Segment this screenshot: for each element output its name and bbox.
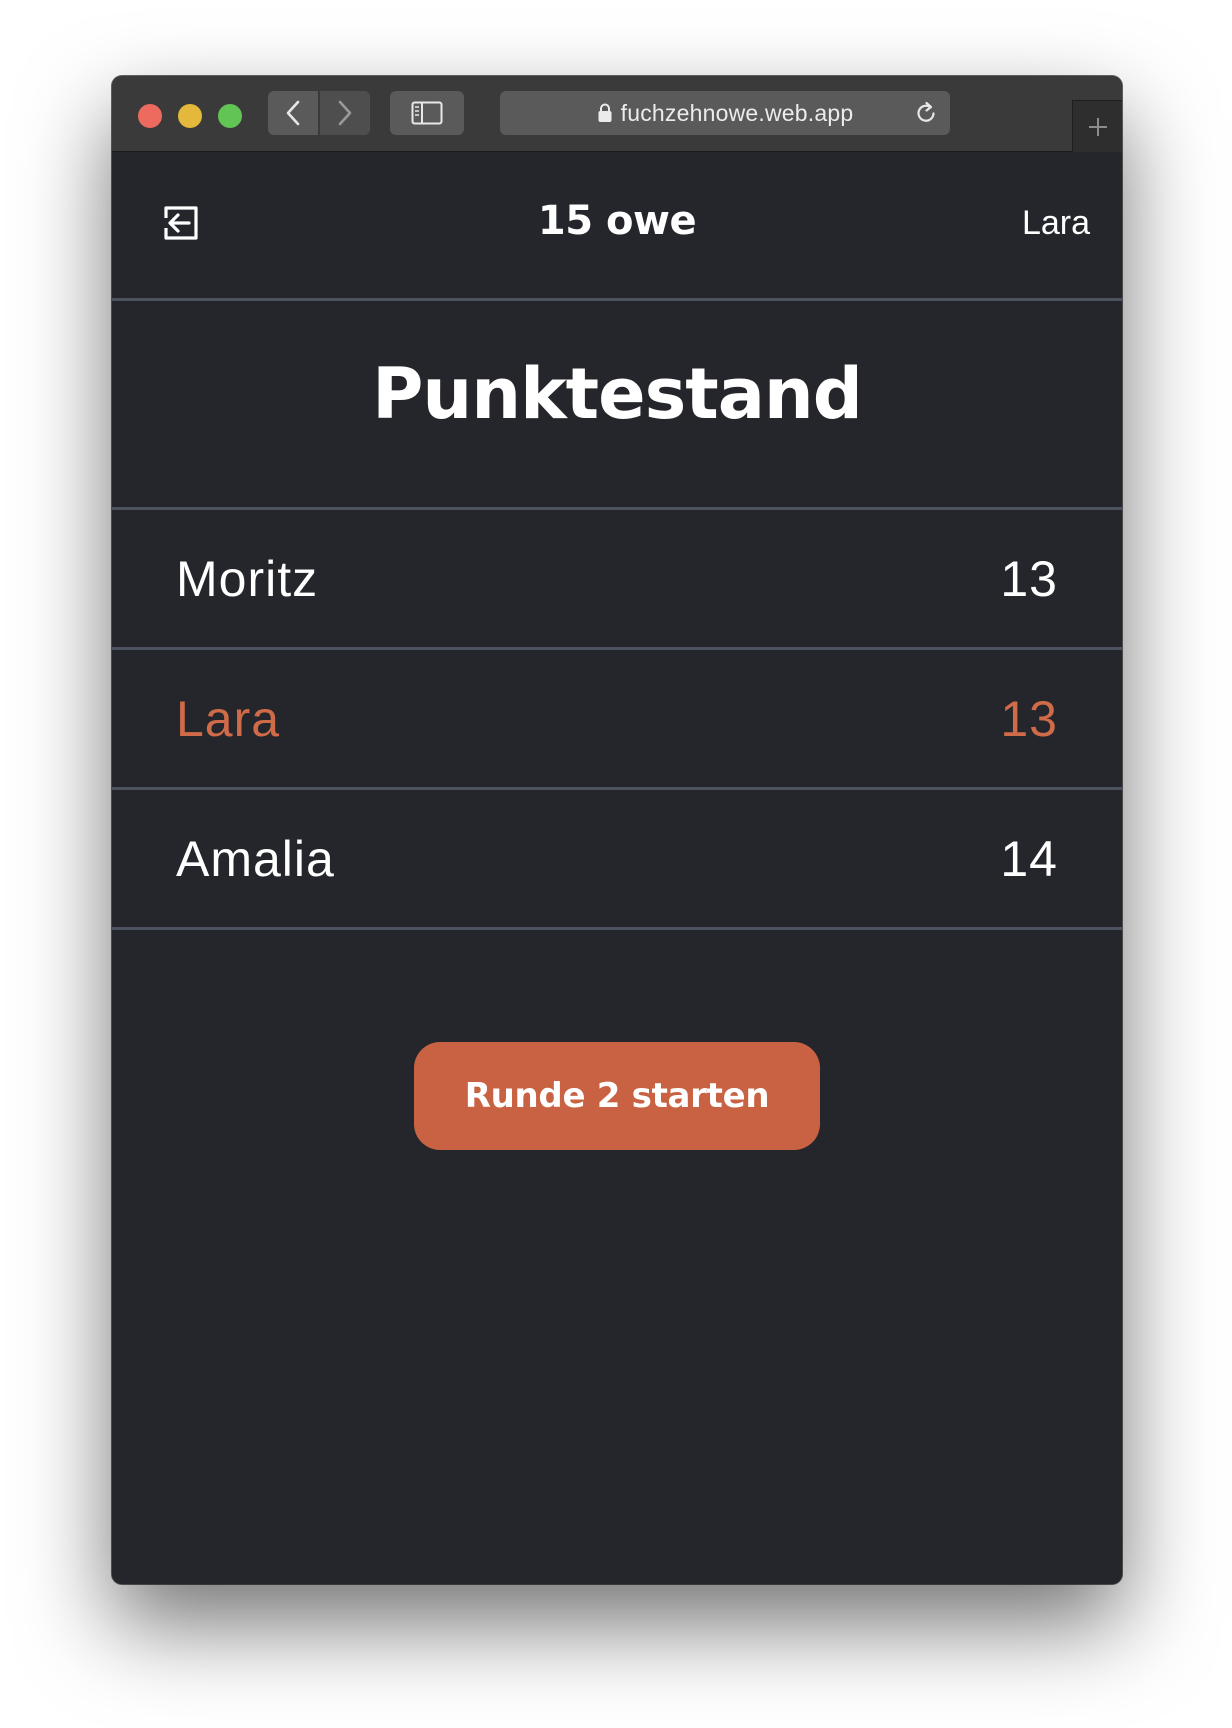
page-title: Punktestand (372, 353, 863, 435)
sidebar-icon (411, 101, 443, 125)
new-tab-button[interactable] (1072, 100, 1122, 152)
address-bar[interactable]: fuchzehnowe.web.app (500, 91, 950, 135)
lock-icon (597, 103, 613, 123)
back-button[interactable] (268, 91, 318, 135)
reload-button[interactable] (912, 99, 940, 127)
minimize-window-button[interactable] (178, 104, 202, 128)
score-row: Moritz 13 (112, 510, 1122, 650)
chevron-right-icon (338, 100, 352, 126)
close-window-button[interactable] (138, 104, 162, 128)
chevron-left-icon (286, 100, 300, 126)
sidebar-toggle-button[interactable] (390, 91, 464, 135)
score-list: Moritz 13 Lara 13 Amalia 14 (112, 510, 1122, 930)
forward-button[interactable] (320, 91, 370, 135)
navigation-buttons (268, 91, 370, 135)
zoom-window-button[interactable] (218, 104, 242, 128)
score-row-current-user: Lara 13 (112, 650, 1122, 790)
reload-icon (917, 101, 935, 122)
player-score: 13 (1000, 551, 1058, 607)
player-name: Moritz (176, 551, 319, 607)
browser-toolbar: fuchzehnowe.web.app (112, 76, 1122, 152)
player-score: 14 (1000, 831, 1058, 887)
plus-icon (1089, 117, 1107, 136)
start-round-button[interactable]: Runde 2 starten (414, 1042, 820, 1150)
address-bar-content: fuchzehnowe.web.app (500, 91, 950, 135)
scoreboard-heading-section: Punktestand (112, 301, 1122, 510)
browser-window: fuchzehnowe.web.app 15 owe Lara Punktest… (112, 76, 1122, 1584)
player-name: Amalia (176, 831, 335, 887)
current-username: Lara (1021, 204, 1090, 242)
player-name: Lara (176, 691, 281, 747)
player-score: 13 (1000, 691, 1058, 747)
app-title: 15 owe (537, 198, 697, 244)
url-text: fuchzehnowe.web.app (620, 99, 854, 126)
app-content: 15 owe Lara Punktestand Moritz 13 Lara 1… (112, 152, 1122, 1584)
score-row: Amalia 14 (112, 790, 1122, 930)
app-header: 15 owe Lara (112, 152, 1122, 301)
